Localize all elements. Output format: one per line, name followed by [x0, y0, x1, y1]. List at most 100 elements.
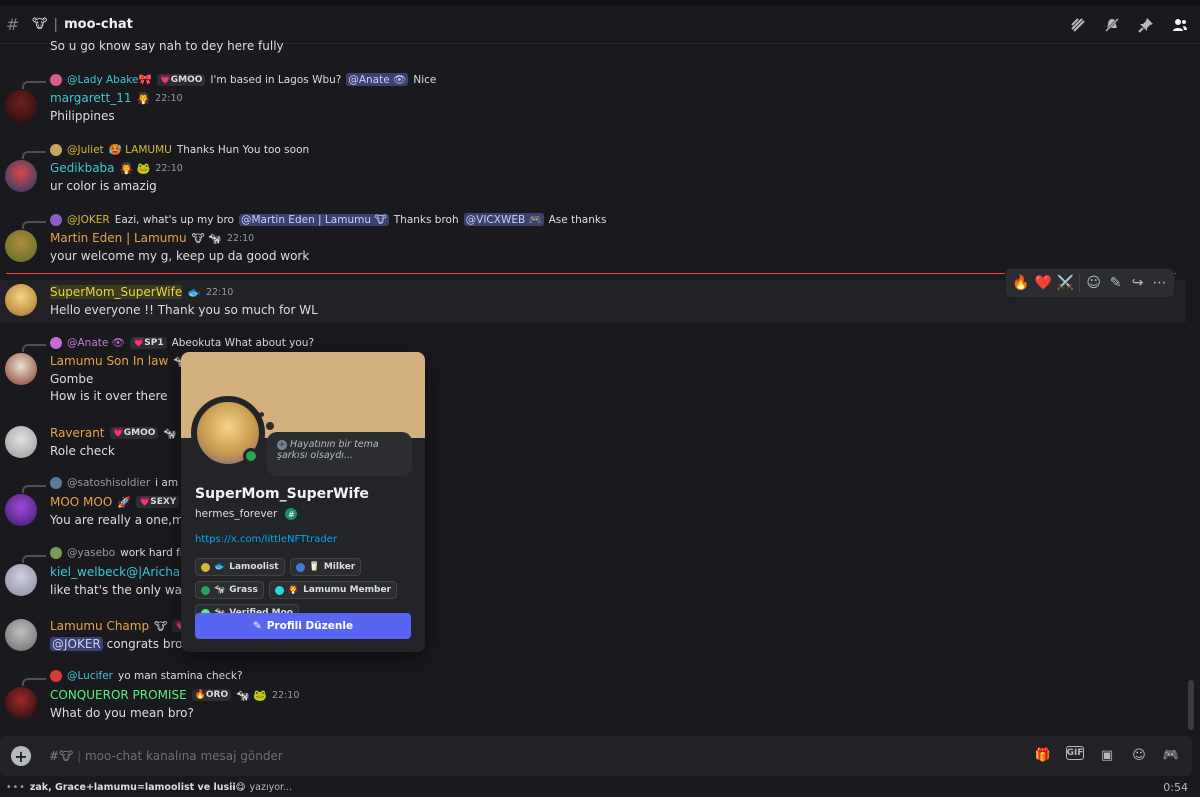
members-icon[interactable]: [1170, 15, 1190, 35]
reply-text-tail: Ase thanks: [548, 213, 607, 226]
heart-reaction-button[interactable]: ❤️: [1034, 275, 1051, 291]
avatar[interactable]: [5, 687, 37, 719]
gift-icon[interactable]: 🎁: [1034, 746, 1052, 764]
message-header: CONQUEROR PROMISE 🔥ORO 🐄 🐸 22:10: [50, 688, 299, 702]
role-icon: 🐟: [187, 285, 201, 299]
gif-icon[interactable]: GIF: [1066, 746, 1084, 760]
message-header: MOO MOO 🚀 💗SEXY: [50, 495, 180, 509]
message-text: So u go know say nah to dey here fully: [50, 39, 284, 53]
role-label: Grass: [229, 585, 258, 595]
message-composer[interactable]: + #🐮 | moo-chat kanalına mesaj gönder 🎁 …: [0, 736, 1192, 776]
typing-dots-icon: •••: [6, 782, 26, 793]
message-header: Martin Eden | Lamumu 🐮 🐄 22:10: [50, 231, 254, 245]
role-icon: 🚀: [117, 495, 132, 509]
username[interactable]: Gedikbaba: [50, 161, 115, 175]
mention[interactable]: @JOKER: [50, 637, 103, 651]
username[interactable]: margarett_11: [50, 91, 131, 105]
avatar[interactable]: [5, 619, 37, 651]
pin-icon[interactable]: [1136, 15, 1156, 35]
reply-preview[interactable]: @Lucifer yo man stamina check?: [50, 670, 243, 682]
avatar[interactable]: [5, 353, 37, 385]
emoji-icon[interactable]: ☺: [1130, 746, 1148, 764]
avatar[interactable]: [5, 230, 37, 262]
sticker-icon[interactable]: ▣: [1098, 746, 1116, 764]
message-text: like that's the only way f: [50, 583, 198, 597]
edit-profile-button[interactable]: ✎ Profili Düzenle: [195, 613, 411, 639]
role-icon: 🧛: [136, 91, 151, 105]
role-emoji: 🐄: [214, 585, 226, 595]
edit-profile-label: Profili Düzenle: [266, 620, 354, 632]
role-icon: 🧛 🐸: [119, 161, 151, 175]
reply-preview[interactable]: @satoshisoldier i am co: [50, 477, 194, 489]
reply-avatar: [50, 143, 62, 156]
avatar[interactable]: [5, 160, 37, 192]
role-icon: 🐮 🐄: [191, 231, 222, 245]
mention[interactable]: @VICXWEB 🎮: [463, 213, 544, 226]
forward-icon[interactable]: ↪: [1129, 275, 1146, 291]
role-emoji: 🥛: [308, 562, 320, 572]
reply-author: @Lady Abake🎀: [67, 74, 152, 86]
message-header: Lamumu Son In law 🐄: [50, 354, 187, 368]
message-header: Raverant 💗GMOO 🐄 🐸: [50, 426, 194, 440]
username[interactable]: kiel_welbeck@|Arichain: [50, 565, 191, 579]
username[interactable]: CONQUEROR PROMISE: [50, 688, 187, 702]
username[interactable]: MOO MOO: [50, 495, 112, 509]
role-chip[interactable]: 🥛 Milker: [289, 558, 362, 576]
scrollbar-thumb[interactable]: [1188, 680, 1194, 730]
message-header: SuperMom_SuperWife 🐟 22:10: [50, 285, 233, 299]
reply-preview[interactable]: @Anate 👁 💗SP1 Abeokuta What about you?: [50, 336, 314, 349]
username[interactable]: Martin Eden | Lamumu: [50, 231, 187, 245]
reply-line: [22, 221, 46, 229]
add-reaction-icon[interactable]: ☺: [1085, 275, 1102, 291]
profile-link[interactable]: https://x.com/littleNFTtrader: [195, 534, 337, 545]
server-tag-icon: #: [285, 508, 298, 520]
threads-icon[interactable]: [1068, 15, 1088, 35]
avatar[interactable]: [5, 564, 37, 596]
reply-text: Thanks Hun You too soon: [176, 143, 310, 156]
attach-plus-button[interactable]: +: [11, 746, 31, 766]
reply-preview[interactable]: @JOKER Eazi, what's up my bro @Martin Ed…: [50, 213, 606, 226]
reply-preview[interactable]: @Lady Abake🎀 💗GMOO I'm based in Lagos Wb…: [50, 73, 436, 86]
more-icon[interactable]: ⋯: [1151, 275, 1168, 291]
avatar[interactable]: [5, 426, 37, 458]
gamepad-icon[interactable]: 🎮: [1162, 746, 1180, 764]
edit-icon[interactable]: ✎: [1107, 275, 1124, 291]
message-text: Role check: [50, 444, 115, 458]
role-chip[interactable]: 🧛 Lamumu Member: [268, 581, 397, 599]
reply-text: I'm based in Lagos Wbu?: [210, 73, 342, 86]
custom-status-bubble[interactable]: + Hayatının bir tema şarkısı olsaydı...: [267, 432, 412, 476]
reply-line: [22, 151, 46, 159]
reply-preview[interactable]: @Juliet 🥵 LAMUMU Thanks Hun You too soon: [50, 143, 309, 156]
message-hover-toolbar: 🔥 ❤️ ⚔️ ☺ ✎ ↪ ⋯: [1005, 268, 1175, 298]
username[interactable]: SuperMom_SuperWife: [50, 285, 183, 299]
message-input[interactable]: #🐮 | moo-chat kanalına mesaj gönder: [49, 749, 283, 763]
message-header: Gedikbaba 🧛 🐸 22:10: [50, 161, 183, 175]
timestamp: 22:10: [155, 92, 183, 104]
username[interactable]: Lamumu Champ: [50, 619, 149, 633]
composer-tools: 🎁 GIF ▣ ☺ 🎮: [1034, 746, 1180, 764]
reply-avatar: [50, 213, 62, 226]
role-badge: 🔥ORO: [191, 689, 232, 701]
mention[interactable]: @Martin Eden | Lamumu 🐮: [238, 213, 389, 226]
reply-preview[interactable]: @yasebo work hard frie: [50, 547, 194, 559]
reply-author: @satoshisoldier: [67, 477, 151, 489]
role-chip[interactable]: 🐟 Lamoolist: [195, 558, 285, 576]
role-badge: 💗SEXY: [136, 496, 180, 508]
avatar[interactable]: [5, 90, 37, 122]
role-chip[interactable]: 🐄 Grass: [195, 581, 264, 599]
avatar[interactable]: [5, 284, 37, 316]
mute-icon[interactable]: [1102, 15, 1122, 35]
cow-emoji: 🐮: [32, 17, 48, 32]
reply-author: @Lucifer: [67, 670, 113, 682]
swords-reaction-button[interactable]: ⚔️: [1057, 275, 1074, 291]
username[interactable]: Lamumu Son In law: [50, 354, 168, 368]
header-toolbar: [1068, 15, 1190, 35]
username[interactable]: Raverant: [50, 426, 105, 440]
avatar[interactable]: [5, 494, 37, 526]
fire-reaction-button[interactable]: 🔥: [1012, 275, 1029, 291]
channel-title: moo-chat: [64, 17, 133, 32]
reply-line: [22, 81, 46, 89]
mention[interactable]: @Anate 👁: [346, 73, 409, 86]
composer-channel-prefix: #🐮: [49, 749, 74, 763]
reply-text: yo man stamina check?: [117, 670, 243, 682]
